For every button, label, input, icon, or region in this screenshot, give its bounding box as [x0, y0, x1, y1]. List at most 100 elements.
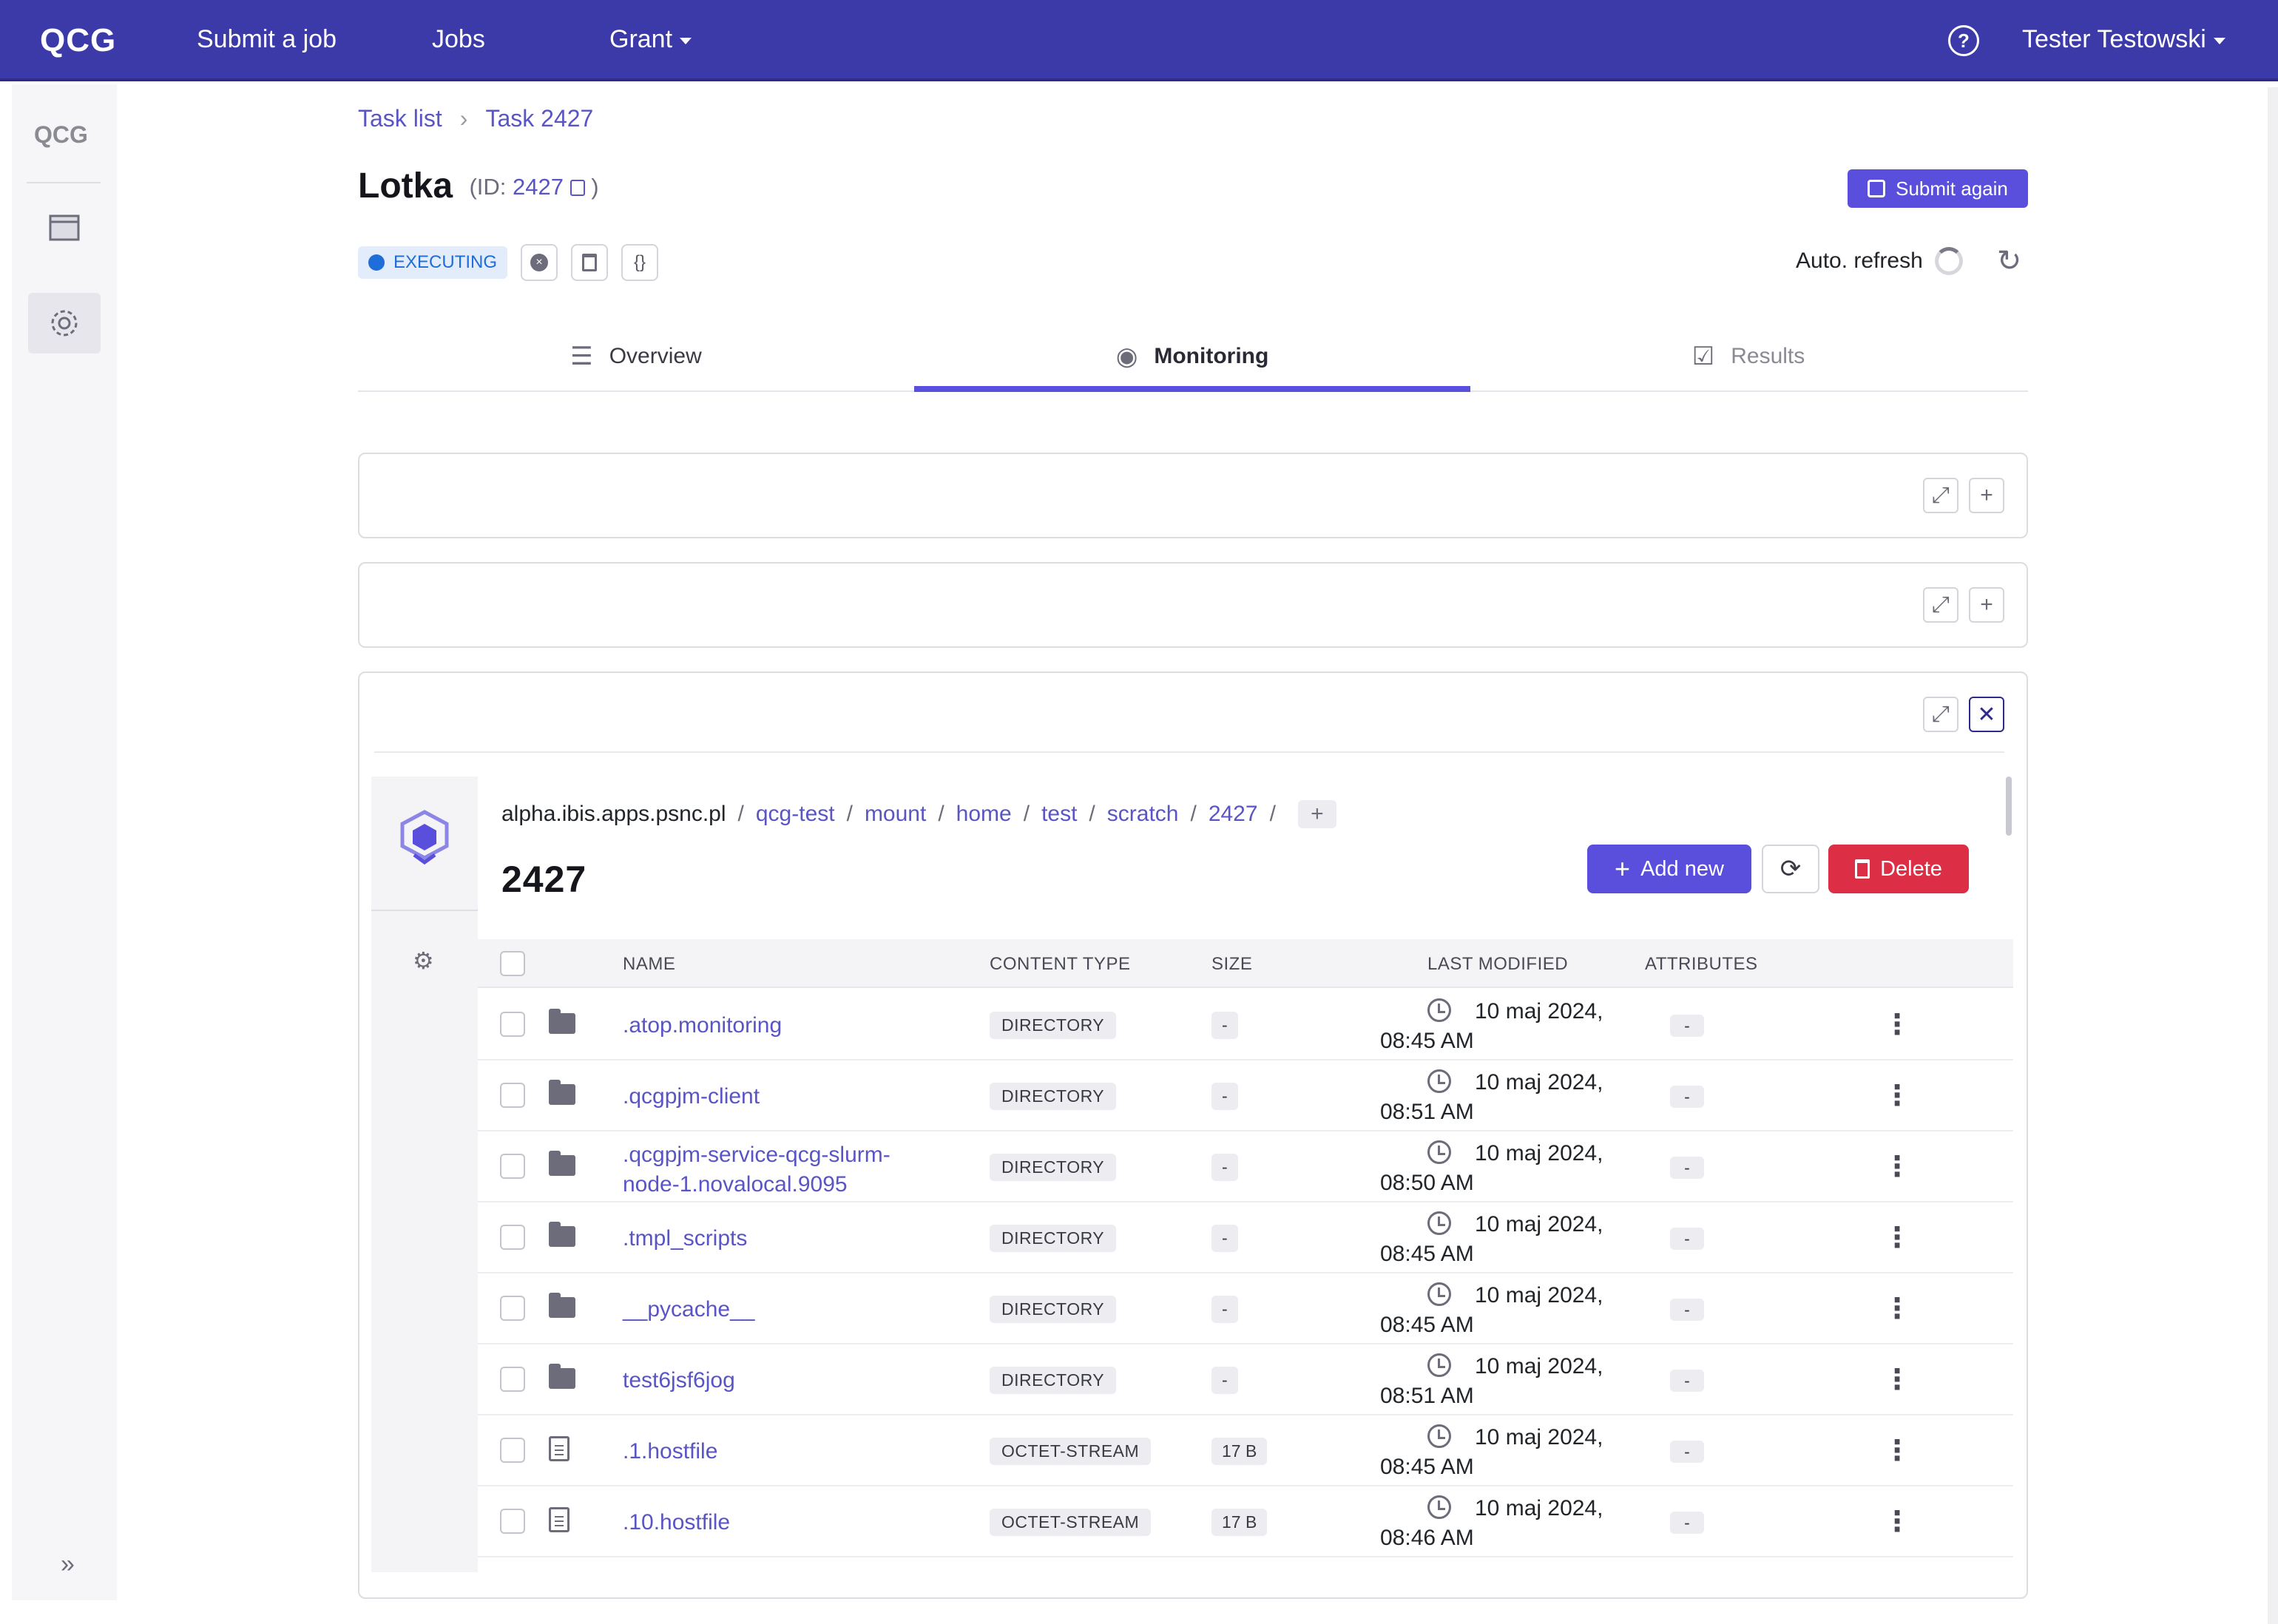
expand-icon[interactable]: ⤢	[1923, 478, 1958, 513]
row-checkbox[interactable]	[500, 1225, 525, 1250]
file-table-header: NAME CONTENT TYPE SIZE LAST MODIFIED ATT…	[478, 939, 2013, 988]
close-icon[interactable]: ✕	[1969, 697, 2004, 732]
file-name[interactable]: .10.hostfile	[623, 1510, 730, 1535]
submit-again-button[interactable]: Submit again	[1848, 169, 2028, 208]
attributes-badge: -	[1670, 1086, 1704, 1108]
nav-jobs[interactable]: Jobs	[432, 25, 485, 54]
row-checkbox[interactable]	[500, 1296, 525, 1321]
path-segment[interactable]: test	[1041, 802, 1077, 827]
nav-submit-job[interactable]: Submit a job	[197, 25, 337, 54]
refresh-countdown-icon[interactable]	[1934, 247, 1963, 275]
folder-icon	[549, 1293, 575, 1318]
delete-button[interactable]: Delete	[1828, 845, 1969, 893]
row-checkbox[interactable]	[500, 1083, 525, 1108]
more-actions-icon[interactable]: ⋮	[1883, 1149, 1911, 1185]
column-size[interactable]: SIZE	[1211, 954, 1252, 975]
expand-sidebar-icon[interactable]: »	[61, 1550, 75, 1579]
column-name[interactable]: NAME	[623, 954, 675, 975]
table-row[interactable]: .atop.monitoring DIRECTORY - 10 maj 2024…	[478, 989, 2013, 1060]
cancel-task-button[interactable]: ×	[521, 244, 558, 281]
table-row[interactable]: .qcgpjm-client DIRECTORY - 10 maj 2024, 0…	[478, 1060, 2013, 1131]
page-title: Lotka	[358, 166, 453, 206]
content-type-badge: DIRECTORY	[990, 1367, 1117, 1394]
table-row[interactable]: .10.hostfile OCTET-STREAM 17 B 10 maj 20…	[478, 1486, 2013, 1557]
add-path-icon[interactable]: +	[1297, 800, 1336, 828]
breadcrumb-task-list[interactable]: Task list	[358, 105, 442, 132]
content-type-badge: DIRECTORY	[990, 1154, 1117, 1181]
attributes-badge: -	[1670, 1512, 1704, 1534]
tab-monitoring-label: Monitoring	[1154, 344, 1269, 368]
size-badge: -	[1211, 1083, 1238, 1110]
tab-results[interactable]: ☑ Results	[1470, 321, 2027, 392]
file-name[interactable]: __pycache__	[623, 1297, 754, 1322]
gear-icon	[51, 310, 78, 336]
row-checkbox[interactable]	[500, 1509, 525, 1534]
breadcrumb-task[interactable]: Task 2427	[485, 105, 593, 132]
modified-date: 10 maj 2024,	[1475, 1425, 1603, 1449]
delete-task-button[interactable]	[571, 244, 609, 281]
folder-icon	[549, 1009, 575, 1034]
nav-grant-dropdown[interactable]: Grant	[609, 25, 692, 54]
path-separator: /	[1023, 802, 1030, 826]
row-checkbox[interactable]	[500, 1438, 525, 1463]
more-actions-icon[interactable]: ⋮	[1883, 1220, 1911, 1256]
page-scrollbar[interactable]	[2268, 87, 2278, 1624]
file-name[interactable]: .qcgpjm-service-qcg-slurm-node-1.novaloc…	[623, 1140, 890, 1200]
select-all-checkbox[interactable]	[500, 951, 525, 976]
table-row[interactable]: .1.hostfile OCTET-STREAM 17 B 10 maj 202…	[478, 1415, 2013, 1486]
tab-results-label: Results	[1731, 344, 1805, 368]
path-segment[interactable]: scratch	[1107, 802, 1179, 827]
file-name[interactable]: .tmpl_scripts	[623, 1226, 747, 1251]
expand-icon[interactable]: ⤢	[1923, 697, 1958, 732]
reload-icon[interactable]: ↻	[1997, 244, 2022, 278]
more-actions-icon[interactable]: ⋮	[1883, 1433, 1911, 1469]
tab-monitoring[interactable]: ◉ Monitoring	[914, 321, 1470, 392]
more-actions-icon[interactable]: ⋮	[1883, 1078, 1911, 1114]
modified-time: 08:51 AM	[1380, 1384, 1474, 1408]
path-segment[interactable]: home	[956, 802, 1012, 827]
table-row[interactable]: __pycache__ DIRECTORY - 10 maj 2024, 08:4…	[478, 1273, 2013, 1344]
table-row[interactable]: .tmpl_scripts DIRECTORY - 10 maj 2024, 08…	[478, 1202, 2013, 1273]
rail-settings-button[interactable]	[28, 293, 101, 353]
path-segment[interactable]: qcg-test	[756, 802, 835, 827]
more-actions-icon[interactable]: ⋮	[1883, 1362, 1911, 1398]
column-last-modified[interactable]: LAST MODIFIED	[1427, 954, 1568, 975]
file-name[interactable]: .1.hostfile	[623, 1439, 717, 1464]
expand-icon[interactable]: ⤢	[1923, 587, 1958, 623]
row-checkbox[interactable]	[500, 1154, 525, 1179]
column-attributes[interactable]: ATTRIBUTES	[1645, 954, 1758, 975]
row-checkbox[interactable]	[500, 1367, 525, 1392]
add-new-button[interactable]: + Add new	[1587, 845, 1751, 893]
file-name[interactable]: .qcgpjm-client	[623, 1084, 760, 1109]
more-actions-icon[interactable]: ⋮	[1883, 1504, 1911, 1540]
refresh-icon: ⟳	[1780, 855, 1802, 883]
rail-window-button[interactable]	[28, 198, 101, 259]
user-menu[interactable]: Tester Testowski	[2022, 25, 2225, 54]
file-name[interactable]: test6jsf6jog	[623, 1368, 735, 1393]
settings-icon[interactable]: ⚙	[413, 947, 434, 975]
column-content-type[interactable]: CONTENT TYPE	[990, 954, 1130, 975]
file-list-scrollbar[interactable]	[2006, 777, 2012, 836]
row-checkbox[interactable]	[500, 1012, 525, 1037]
qcg-logo[interactable]: QCG	[40, 22, 116, 59]
storage-hex-icon[interactable]	[395, 808, 454, 867]
path-segment[interactable]: mount	[865, 802, 926, 827]
add-icon[interactable]: +	[1969, 478, 2004, 513]
path-segment[interactable]: 2427	[1209, 802, 1258, 827]
add-icon[interactable]: +	[1969, 587, 2004, 623]
file-name[interactable]: .atop.monitoring	[623, 1013, 782, 1038]
tab-overview[interactable]: ☰ Overview	[358, 321, 914, 392]
modified-time: 08:45 AM	[1380, 1242, 1474, 1266]
add-new-label: Add new	[1640, 856, 1724, 881]
more-actions-icon[interactable]: ⋮	[1883, 1007, 1911, 1043]
table-row[interactable]: test6jsf6jog DIRECTORY - 10 maj 2024, 08:…	[478, 1344, 2013, 1415]
panel-tools: ⤢ ✕	[1923, 697, 2004, 732]
attributes-badge: -	[1670, 1015, 1704, 1037]
refresh-button[interactable]: ⟳	[1762, 845, 1819, 893]
path-separator: /	[938, 802, 944, 826]
more-actions-icon[interactable]: ⋮	[1883, 1291, 1911, 1327]
table-row[interactable]: .qcgpjm-service-qcg-slurm-node-1.novaloc…	[478, 1131, 2013, 1202]
help-icon[interactable]: ?	[1948, 25, 1979, 56]
json-view-button[interactable]: {}	[621, 244, 659, 281]
copy-icon[interactable]	[570, 180, 585, 196]
